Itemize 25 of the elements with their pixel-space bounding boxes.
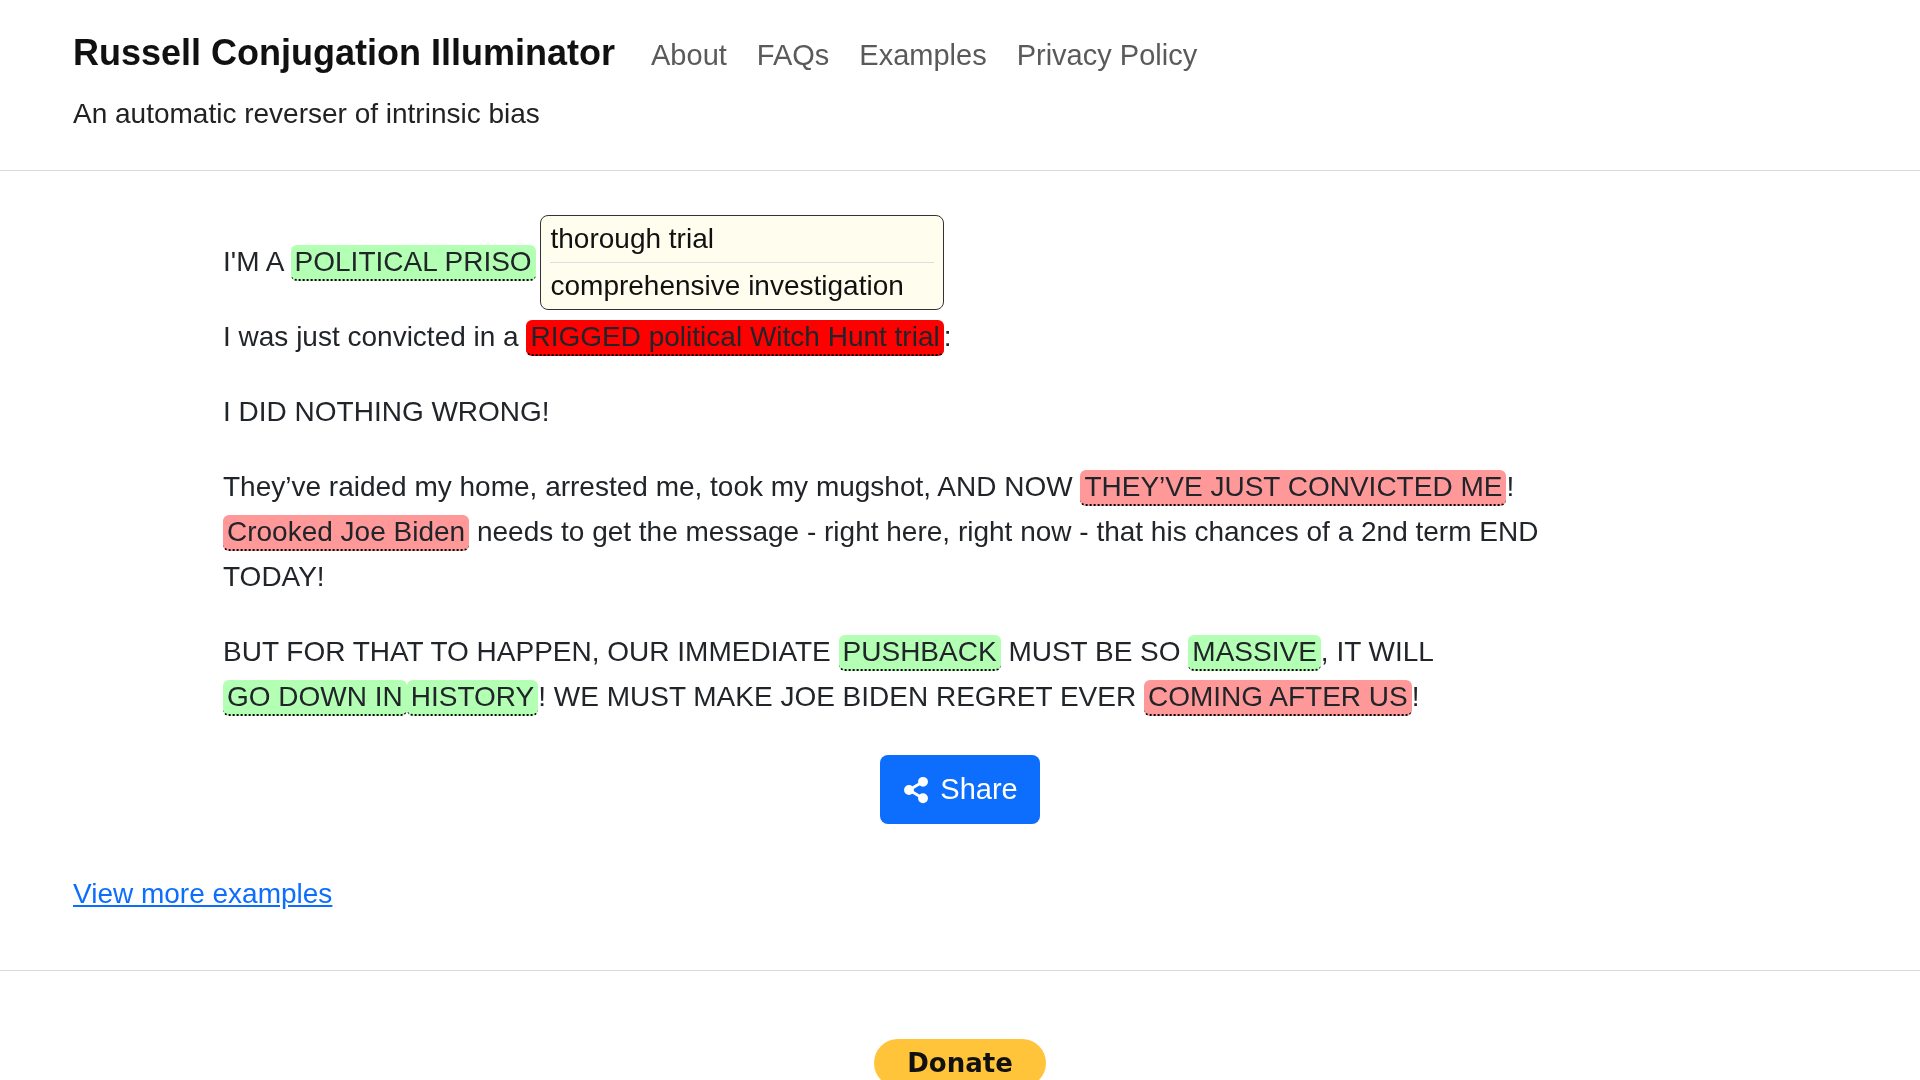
share-button[interactable]: Share xyxy=(880,755,1040,824)
paragraph: I DID NOTHING WRONG! xyxy=(223,395,550,429)
nav-link[interactable]: Examples xyxy=(859,39,987,72)
share-icon xyxy=(902,775,931,804)
paragraph: BUT FOR THAT TO HAPPEN, OUR IMMEDIATE PUSHBACK MUST BE SO MASSIVE, IT WILL GO DOWN IN HISTORY! WE MUST MAKE JOE BIDEN REGRET EVER COMING AFTER US! xyxy=(223,629,1623,719)
paragraph: I'M A POLITICAL PRISO xyxy=(223,239,536,284)
nav-link[interactable]: FAQs xyxy=(756,39,830,72)
paragraph: They’ve raided my home, arrested me, took my mugshot, AND NOW THEY’VE JUST CONVICTED ME! Crooked Joe Biden needs to get the message - right here, right now - that his chances of a 2nd term END TODAY! xyxy=(223,469,1540,594)
highlighted-phrase[interactable]: PUSHBACK xyxy=(838,635,1001,671)
view-more-link[interactable]: View more examples xyxy=(73,878,333,910)
donate-button[interactable]: Donate xyxy=(874,1039,1046,1080)
highlighted-phrase[interactable]: GO DOWN IN xyxy=(223,680,407,716)
highlighted-phrase[interactable]: POLITICAL PRISO xyxy=(290,245,536,281)
highlighted-phrase[interactable]: HISTORY xyxy=(406,680,539,716)
alternative-option[interactable]: thorough trial xyxy=(550,216,934,262)
highlighted-phrase[interactable]: Crooked Joe Biden xyxy=(223,515,470,551)
alternative-option[interactable]: comprehensive investigation xyxy=(550,262,934,309)
highlighted-phrase[interactable]: RIGGED political Witch Hunt trial xyxy=(526,320,944,356)
site-title[interactable]: Russell Conjugation Illuminator xyxy=(73,32,616,74)
site-subtitle: An automatic reverser of intrinsic bias xyxy=(73,98,541,130)
nav-link[interactable]: About xyxy=(651,39,727,72)
nav-link[interactable]: Privacy Policy xyxy=(1016,39,1198,72)
highlighted-phrase[interactable]: COMING AFTER US xyxy=(1143,680,1412,716)
highlighted-phrase[interactable]: MASSIVE xyxy=(1188,635,1321,671)
highlighted-phrase[interactable]: THEY’VE JUST CONVICTED ME xyxy=(1080,470,1507,506)
